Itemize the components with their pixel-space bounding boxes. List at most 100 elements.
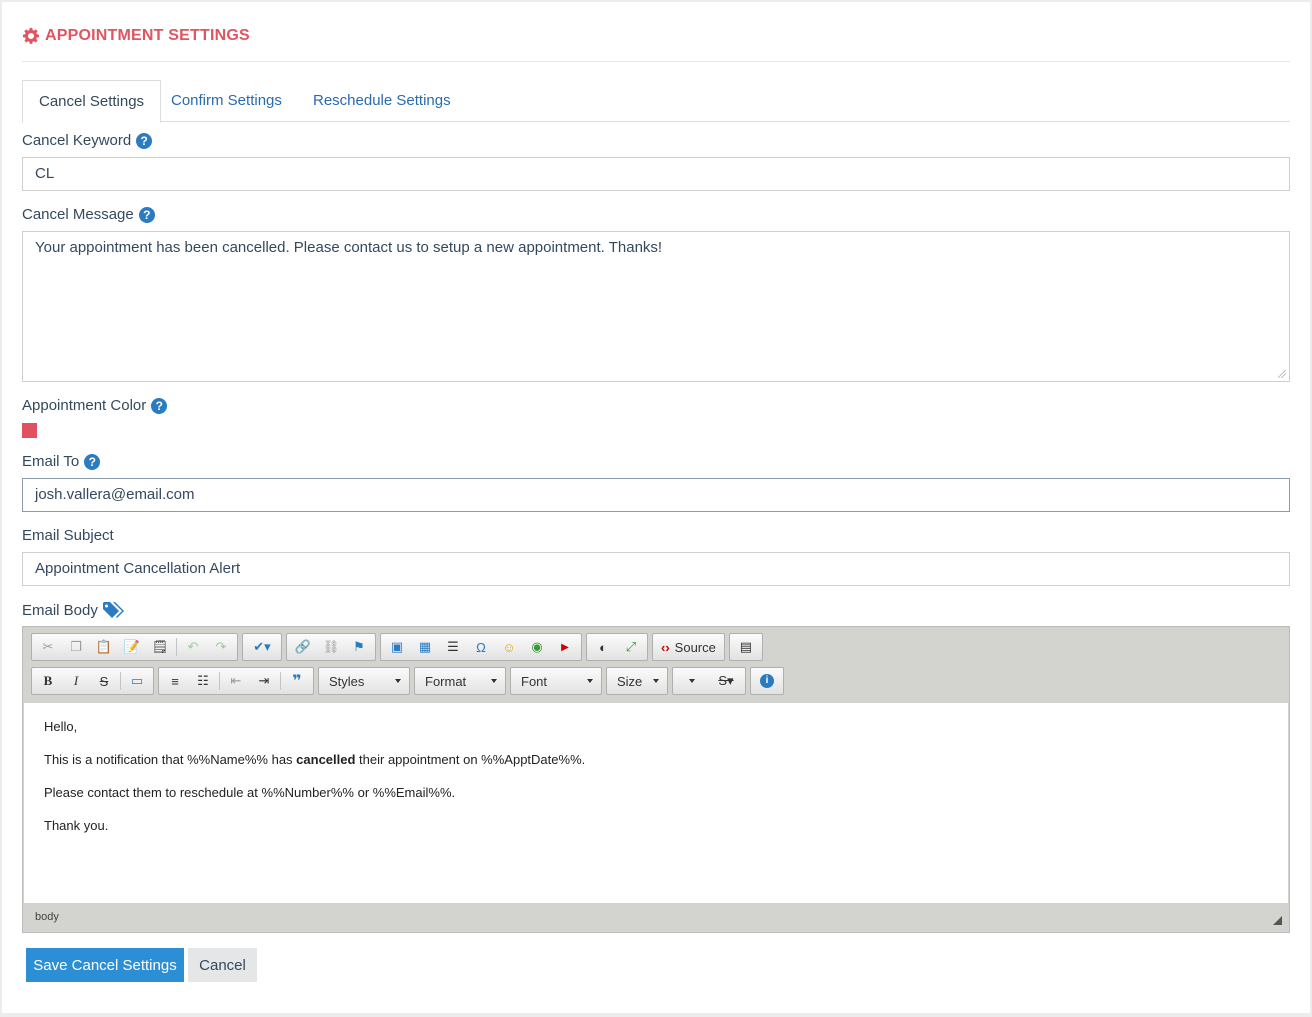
font-dropdown[interactable]: Font: [510, 667, 602, 695]
numbered-list-icon[interactable]: ≡: [161, 669, 189, 693]
email-subject-input[interactable]: Appointment Cancellation Alert: [22, 552, 1290, 586]
paste-text-icon[interactable]: 📝: [118, 635, 146, 659]
separator: [219, 672, 220, 690]
cut-icon[interactable]: ✂: [34, 635, 62, 659]
email-subject-value: Appointment Cancellation Alert: [35, 560, 241, 577]
indent-icon[interactable]: ⇥: [250, 669, 278, 693]
image-icon[interactable]: ▣: [383, 635, 411, 659]
cancel-message-value: Your appointment has been cancelled. Ple…: [35, 239, 663, 256]
smiley-icon[interactable]: ☺: [495, 635, 523, 659]
cancel-keyword-label-text: Cancel Keyword: [22, 132, 132, 149]
spellcheck-icon[interactable]: ✔▾: [245, 635, 279, 659]
cancel-message-textarea[interactable]: Your appointment has been cancelled. Ple…: [22, 231, 1290, 382]
source-button[interactable]: ‹› Source: [655, 635, 722, 659]
help-icon[interactable]: ?: [138, 206, 155, 223]
font-label: Font: [521, 673, 548, 689]
globe-icon[interactable]: ◉: [523, 635, 551, 659]
strike-label: S: [99, 673, 109, 689]
remove-format-icon[interactable]: ▭: [123, 669, 151, 693]
view-group: ◐ ⤢: [586, 633, 648, 661]
tab-cancel-settings[interactable]: Cancel Settings: [22, 80, 162, 123]
format-dropdown[interactable]: Format: [414, 667, 506, 695]
cancel-keyword-value: CL: [35, 165, 55, 182]
email-to-label-text: Email To: [22, 453, 80, 470]
basic-styles-group: B I S ▭: [31, 667, 154, 695]
paste-word-icon[interactable]: 🗒: [146, 635, 174, 659]
bold-label: B: [43, 673, 53, 688]
show-blocks-icon[interactable]: ◐: [589, 635, 617, 659]
link-group: 🔗 ⛓ ⚑: [286, 633, 376, 661]
paste-icon[interactable]: 📋: [90, 635, 118, 659]
bold-button[interactable]: B: [34, 669, 62, 693]
bulleted-list-icon[interactable]: ☷: [189, 669, 217, 693]
horizontal-rule-icon[interactable]: ☰: [439, 635, 467, 659]
editor-toolbar-row-2: B I S ▭ ≡ ☷ ⇤ ⇥ ❞ Styles Format Font Siz…: [31, 667, 788, 695]
body-line-contact: Please contact them to reschedule at %%N…: [44, 785, 456, 800]
tab-reschedule-settings[interactable]: Reschedule Settings: [297, 80, 467, 122]
strike-color-icon[interactable]: S▾: [709, 669, 743, 693]
help-icon[interactable]: ?: [151, 397, 168, 414]
undo-icon[interactable]: ↶: [179, 635, 207, 659]
body-bold-text: cancelled: [296, 752, 356, 767]
cancel-keyword-input[interactable]: CL: [22, 157, 1290, 191]
source-label: Source: [674, 639, 716, 655]
title-divider: [22, 61, 1290, 62]
styles-dropdown[interactable]: Styles: [318, 667, 410, 695]
text-color-dropdown[interactable]: [675, 669, 709, 693]
cancel-message-label: Cancel Message ?: [22, 206, 155, 223]
element-path[interactable]: body: [35, 911, 59, 923]
body-line-greeting: Hello,: [44, 719, 78, 734]
size-dropdown[interactable]: Size: [606, 667, 668, 695]
redo-icon[interactable]: ↷: [207, 635, 235, 659]
editor-content[interactable]: Hello, This is a notification that %%Nam…: [24, 703, 1288, 903]
cancel-keyword-label: Cancel Keyword ?: [22, 132, 153, 149]
body-text: their appointment on %%ApptDate%%.: [355, 752, 586, 767]
maximize-icon[interactable]: ⤢: [617, 635, 645, 659]
list-group: ≡ ☷ ⇤ ⇥ ❞: [158, 667, 314, 695]
editor-toolbar-row-1: ✂ ❐ 📋 📝 🗒 ↶ ↷ ✔▾ 🔗 ⛓ ⚑ ▣ ▦ ☰ Ω ☺ ◉ ▶ ◐ ⤢…: [31, 633, 767, 661]
separator: [176, 638, 177, 656]
tags-icon[interactable]: [102, 601, 124, 619]
anchor-icon[interactable]: ⚑: [345, 635, 373, 659]
email-to-input[interactable]: josh.vallera@email.com: [22, 478, 1290, 512]
body-text: This is a notification that %%Name%% has: [44, 752, 297, 767]
about-group: i: [750, 667, 784, 695]
appointment-color-swatch[interactable]: [22, 423, 37, 438]
styles-label: Styles: [329, 673, 365, 689]
chevron-down-icon: [689, 679, 695, 683]
source-group: ‹› Source: [652, 633, 725, 661]
resize-handle[interactable]: [1278, 370, 1286, 378]
special-char-icon[interactable]: Ω: [467, 635, 495, 659]
template-icon[interactable]: ▤: [732, 635, 760, 659]
chevron-down-icon: [587, 679, 593, 683]
separator: [280, 672, 281, 690]
email-body-label-text: Email Body: [22, 601, 98, 619]
outdent-icon[interactable]: ⇤: [222, 669, 250, 693]
save-cancel-settings-button[interactable]: Save Cancel Settings: [26, 948, 184, 982]
help-icon[interactable]: ?: [84, 453, 101, 470]
cancel-button[interactable]: Cancel: [188, 948, 257, 982]
table-icon[interactable]: ▦: [411, 635, 439, 659]
tab-confirm-settings[interactable]: Confirm Settings: [155, 80, 298, 122]
email-body-label: Email Body: [22, 601, 124, 619]
source-icon: ‹›: [661, 639, 670, 655]
blockquote-icon[interactable]: ❞: [283, 669, 311, 693]
link-icon[interactable]: 🔗: [289, 635, 317, 659]
italic-button[interactable]: I: [62, 669, 90, 693]
resize-handle[interactable]: [1273, 916, 1282, 925]
chevron-down-icon: [491, 679, 497, 683]
info-icon[interactable]: i: [753, 669, 781, 693]
unlink-icon[interactable]: ⛓: [317, 635, 345, 659]
insert-group: ▣ ▦ ☰ Ω ☺ ◉ ▶: [380, 633, 582, 661]
editor-status-bar: body: [24, 904, 1288, 932]
size-label: Size: [617, 673, 643, 689]
help-icon[interactable]: ?: [136, 132, 153, 149]
email-to-label: Email To ?: [22, 453, 101, 470]
color-group: S▾: [672, 667, 746, 695]
strike-button[interactable]: S: [90, 669, 118, 693]
format-label: Format: [425, 673, 467, 689]
chevron-down-icon: [395, 679, 401, 683]
youtube-icon[interactable]: ▶: [551, 635, 579, 659]
chevron-down-icon: [653, 679, 659, 683]
copy-icon[interactable]: ❐: [62, 635, 90, 659]
